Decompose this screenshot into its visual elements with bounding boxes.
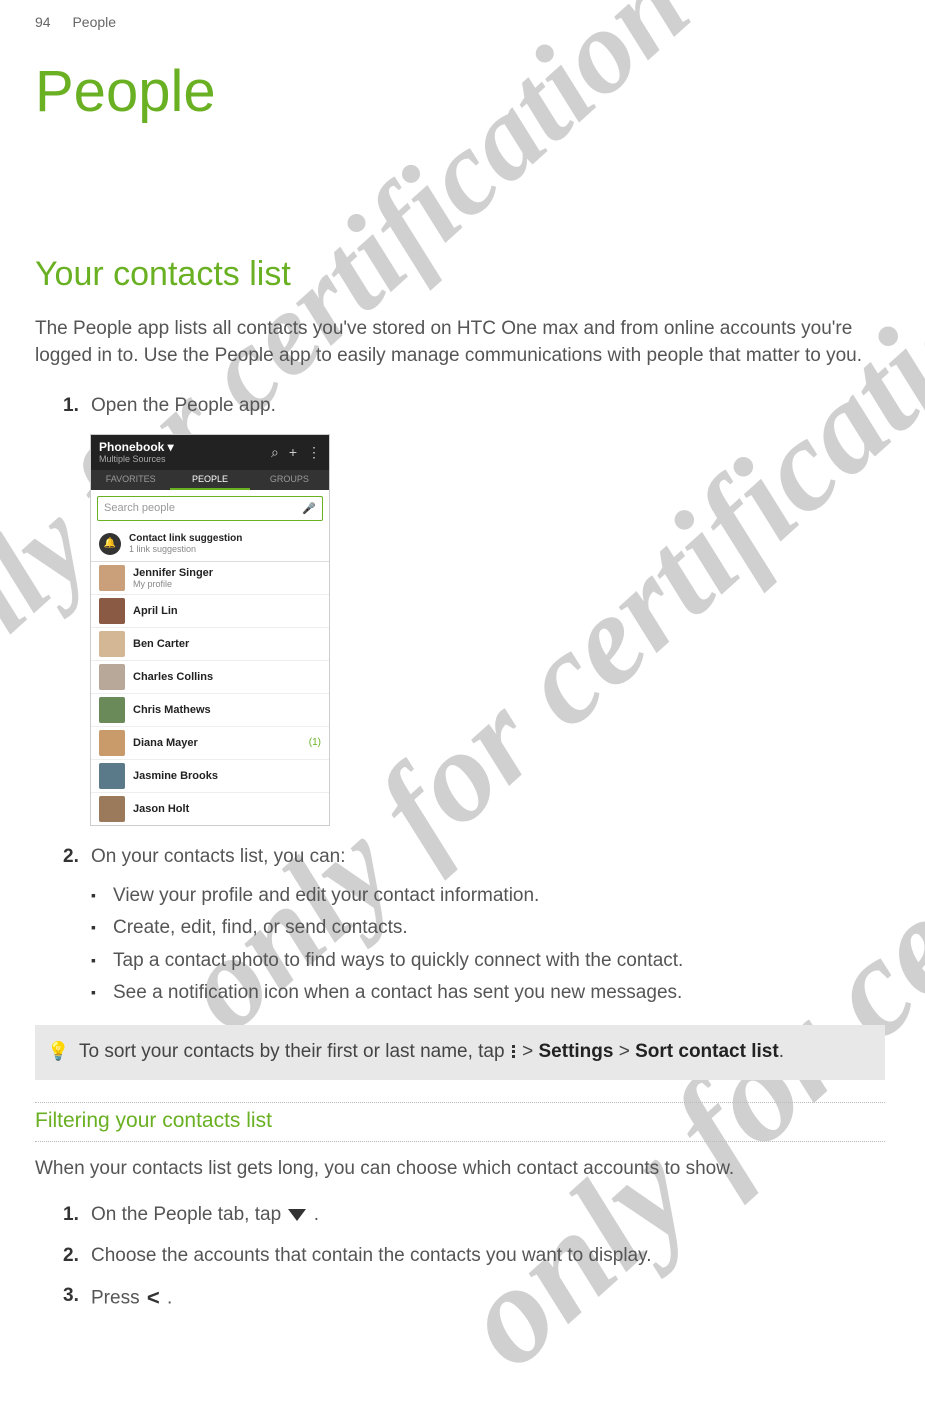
ss-header-title: Phonebook ▾	[99, 440, 174, 454]
separator	[35, 1141, 885, 1142]
step-text: On your contacts list, you can:	[91, 846, 346, 867]
contact-name: Chris Mathews	[133, 704, 211, 716]
avatar	[99, 598, 125, 624]
page-title: People	[35, 58, 885, 125]
bullet-item: View your profile and edit your contact …	[91, 883, 885, 910]
contact-row: Charles Collins	[91, 661, 329, 694]
add-icon: +	[289, 444, 297, 461]
mic-icon: 🎤	[302, 502, 316, 515]
people-app-screenshot: Phonebook ▾ Multiple Sources ⌕ + ⋮ FAVOR…	[90, 434, 330, 826]
step-post: .	[314, 1204, 319, 1225]
page-number: 94	[35, 14, 51, 30]
contact-row: Ben Carter	[91, 628, 329, 661]
intro-paragraph: The People app lists all contacts you've…	[35, 316, 885, 369]
step-number: 2.	[63, 1243, 79, 1270]
bullet-item: Tap a contact photo to find ways to quic…	[91, 948, 885, 975]
filter-intro: When your contacts list gets long, you c…	[35, 1156, 885, 1183]
link-sugg-title: Contact link suggestion	[129, 533, 242, 544]
tip-pre: To sort your contacts by their first or …	[79, 1041, 510, 1062]
avatar	[99, 796, 125, 822]
menu-icon: ⋮	[307, 444, 321, 461]
contact-name: Charles Collins	[133, 671, 213, 683]
avatar	[99, 697, 125, 723]
contact-row: April Lin	[91, 595, 329, 628]
step-text: Choose the accounts that contain the con…	[91, 1245, 652, 1266]
bullet-item: Create, edit, find, or send contacts.	[91, 915, 885, 942]
tab-favorites: FAVORITES	[91, 470, 170, 490]
link-sugg-sub: 1 link suggestion	[129, 544, 242, 554]
avatar	[99, 730, 125, 756]
tab-groups: GROUPS	[250, 470, 329, 490]
tip-box: 💡 To sort your contacts by their first o…	[35, 1025, 885, 1080]
tip-sep: >	[619, 1041, 635, 1062]
step-text: Open the People app.	[91, 395, 276, 416]
page-content: 94 People People Your contacts list The …	[0, 0, 925, 1368]
contact-row: Jasmine Brooks	[91, 760, 329, 793]
step-pre: Press	[91, 1288, 145, 1309]
step-number: 3.	[63, 1283, 79, 1310]
tab-people: PEOPLE	[170, 470, 249, 490]
contact-name: Diana Mayer	[133, 737, 198, 749]
avatar	[99, 565, 125, 591]
back-icon: <	[147, 1283, 160, 1314]
contact-sub: My profile	[133, 579, 213, 589]
ss-link-suggestion: 🔔 Contact link suggestion 1 link suggest…	[91, 527, 329, 562]
tip-settings: Settings	[539, 1041, 614, 1062]
separator	[35, 1102, 885, 1103]
contact-row: Chris Mathews	[91, 694, 329, 727]
contact-row: Diana Mayer (1)	[91, 727, 329, 760]
search-placeholder: Search people	[104, 502, 175, 514]
ss-header-icons: ⌕ + ⋮	[271, 444, 321, 461]
filter-step-1: 1. On the People tab, tap .	[63, 1202, 885, 1229]
ss-search-box: Search people 🎤	[97, 496, 323, 521]
contact-count: (1)	[309, 737, 321, 748]
search-icon: ⌕	[271, 444, 279, 461]
dropdown-icon	[288, 1209, 306, 1221]
more-icon	[512, 1045, 515, 1058]
filter-step-3: 3. Press < .	[63, 1283, 885, 1314]
step-number: 2.	[63, 844, 79, 871]
lightbulb-icon: 💡	[47, 1039, 65, 1064]
tip-post: .	[779, 1041, 784, 1062]
tip-sep: >	[522, 1041, 538, 1062]
ss-header: Phonebook ▾ Multiple Sources ⌕ + ⋮	[91, 435, 329, 470]
header-section: People	[72, 14, 116, 30]
step-number: 1.	[63, 393, 79, 420]
contact-name: Jasmine Brooks	[133, 770, 218, 782]
ss-tabs: FAVORITES PEOPLE GROUPS	[91, 470, 329, 490]
contact-name: Jennifer Singer	[133, 567, 213, 579]
filter-step-2: 2. Choose the accounts that contain the …	[63, 1243, 885, 1270]
step-pre: On the People tab, tap	[91, 1204, 286, 1225]
contact-row: Jason Holt	[91, 793, 329, 825]
page-header: 94 People	[35, 14, 885, 30]
avatar	[99, 631, 125, 657]
section-heading: Your contacts list	[35, 255, 885, 294]
step-1: 1. Open the People app.	[63, 393, 885, 420]
avatar	[99, 763, 125, 789]
contact-name: Jason Holt	[133, 803, 189, 815]
ss-header-sub: Multiple Sources	[99, 454, 174, 465]
contact-name: April Lin	[133, 605, 178, 617]
contact-row: Jennifer Singer My profile	[91, 562, 329, 595]
bell-icon: 🔔	[99, 533, 121, 555]
tip-sort: Sort contact list	[635, 1041, 779, 1062]
step-post: .	[167, 1288, 172, 1309]
subsection-heading: Filtering your contacts list	[35, 1105, 885, 1137]
step-number: 1.	[63, 1202, 79, 1229]
avatar	[99, 664, 125, 690]
tip-text: To sort your contacts by their first or …	[79, 1039, 784, 1066]
contact-name: Ben Carter	[133, 638, 189, 650]
bullet-item: See a notification icon when a contact h…	[91, 980, 885, 1007]
step-2: 2. On your contacts list, you can: View …	[63, 844, 885, 1007]
